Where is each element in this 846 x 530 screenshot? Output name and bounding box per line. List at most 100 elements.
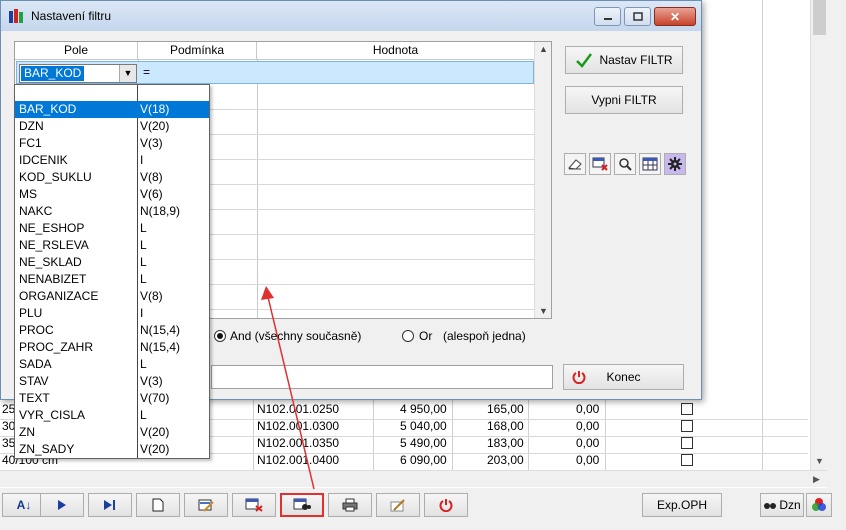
- minimize-button[interactable]: [594, 7, 621, 26]
- row-price2: 168,00: [487, 419, 524, 433]
- filter-row-selected[interactable]: BAR_KOD ▼ =: [16, 61, 534, 84]
- grid-delete-icon: [592, 157, 608, 171]
- maximize-button[interactable]: [624, 7, 651, 26]
- disable-filter-button[interactable]: Vypni FILTR: [565, 86, 683, 114]
- field-combobox-value: BAR_KOD: [21, 66, 85, 81]
- last-record-button[interactable]: [88, 493, 132, 517]
- radio-or-note: (alespoň jedna): [443, 329, 526, 343]
- last-icon: [104, 500, 115, 510]
- dropdown-item-name: SADA: [19, 357, 52, 371]
- dropdown-item[interactable]: DZN V(20): [15, 118, 209, 135]
- dropdown-item[interactable]: PLU I: [15, 305, 209, 322]
- scroll-down-icon[interactable]: ▼: [535, 306, 552, 316]
- table-horizontal-scrollbar[interactable]: ▶: [0, 470, 827, 487]
- dropdown-item[interactable]: MS V(6): [15, 186, 209, 203]
- row-checkbox[interactable]: [681, 420, 693, 432]
- close-dialog-button[interactable]: Konec: [563, 364, 684, 390]
- table-button[interactable]: [639, 153, 661, 175]
- dropdown-item[interactable]: NE_ESHOP L: [15, 220, 209, 237]
- scroll-down-icon[interactable]: ▼: [811, 453, 828, 470]
- filter-expression-input[interactable]: [211, 365, 553, 389]
- dropdown-item[interactable]: BAR_KOD V(18): [15, 101, 209, 118]
- set-filter-button[interactable]: Nastav FILTR: [565, 46, 683, 74]
- close-window-button[interactable]: ✕: [654, 7, 696, 26]
- dropdown-item-name: PROC: [19, 323, 54, 337]
- exit-button[interactable]: [424, 493, 468, 517]
- dropdown-item[interactable]: PROC_ZAHR N(15,4): [15, 339, 209, 356]
- dropdown-item[interactable]: STAV V(3): [15, 373, 209, 390]
- column-header-pole[interactable]: Pole: [15, 42, 138, 60]
- dropdown-item-type: V(18): [140, 102, 170, 116]
- new-document-button[interactable]: [136, 493, 180, 517]
- table-vertical-scrollbar[interactable]: ▼: [810, 0, 827, 470]
- dropdown-item[interactable]: NE_RSLEVA L: [15, 237, 209, 254]
- scroll-up-icon[interactable]: ▲: [535, 44, 552, 54]
- column-header-podminka[interactable]: Podmínka: [138, 42, 257, 60]
- dialog-title: Nastavení filtru: [31, 9, 112, 23]
- dropdown-item-name: NE_SKLAD: [19, 255, 82, 269]
- dropdown-item[interactable]: NE_SKLAD L: [15, 254, 209, 271]
- gear-icon: [668, 157, 682, 171]
- row-price2: 203,00: [487, 453, 524, 467]
- edit-button[interactable]: [184, 493, 228, 517]
- dzn-search-button[interactable]: Dzn: [760, 493, 804, 517]
- dropdown-item[interactable]: NENABIZET L: [15, 271, 209, 288]
- filter-button[interactable]: [280, 493, 324, 517]
- eraser-button[interactable]: [564, 153, 586, 175]
- document-icon: [152, 498, 164, 512]
- checkmark-icon: [576, 53, 593, 68]
- dropdown-item[interactable]: ZN_SADY V(20): [15, 441, 209, 458]
- delete-row-button[interactable]: [589, 153, 611, 175]
- dropdown-item-name: TEXT: [19, 391, 50, 405]
- radio-and-label[interactable]: And (všechny současně): [230, 329, 361, 343]
- row-checkbox[interactable]: [681, 437, 693, 449]
- field-combobox[interactable]: BAR_KOD ▼: [19, 64, 137, 83]
- export-oph-button[interactable]: Exp.OPH: [642, 493, 722, 517]
- dropdown-item[interactable]: PROC N(15,4): [15, 322, 209, 339]
- field-dropdown-list[interactable]: BAR_KOD V(18) DZN V(20) FC1 V(3) IDCENIK I KOD_S…: [14, 84, 210, 459]
- delete-filter-button[interactable]: [232, 493, 276, 517]
- dialog-titlebar[interactable]: Nastavení filtru ✕: [1, 1, 701, 31]
- color-button[interactable]: [806, 493, 832, 517]
- dropdown-item-name: MS: [19, 187, 37, 201]
- dropdown-item-name: STAV: [19, 374, 49, 388]
- row-price: 5 490,00: [400, 436, 447, 450]
- condition-value[interactable]: =: [143, 65, 150, 79]
- row-price: 4 950,00: [400, 402, 447, 416]
- scroll-thumb[interactable]: [813, 0, 826, 35]
- dropdown-item-name: VYR_CISLA: [19, 408, 86, 422]
- print-button[interactable]: [328, 493, 372, 517]
- tools-button[interactable]: [376, 493, 420, 517]
- row-checkbox[interactable]: [681, 403, 693, 415]
- column-header-hodnota[interactable]: Hodnota: [257, 42, 535, 60]
- row-checkbox[interactable]: [681, 454, 693, 466]
- dropdown-item[interactable]: ZN V(20): [15, 424, 209, 441]
- settings-button[interactable]: [664, 153, 686, 175]
- row-value: 0,00: [576, 453, 600, 467]
- chevron-down-icon[interactable]: ▼: [119, 65, 136, 82]
- next-record-button[interactable]: [40, 493, 84, 517]
- radio-and[interactable]: [214, 330, 226, 342]
- filter-search-icon: [293, 498, 311, 510]
- dropdown-item[interactable]: KOD_SUKLU V(8): [15, 169, 209, 186]
- row-code: N102.001.0350: [257, 436, 340, 450]
- dropdown-item[interactable]: FC1 V(3): [15, 135, 209, 152]
- disable-filter-label: Vypni FILTR: [591, 93, 657, 107]
- app-icon: [9, 9, 23, 23]
- radio-or-label[interactable]: Or: [419, 329, 432, 343]
- dropdown-item-name: ZN_SADY: [19, 442, 75, 456]
- scroll-right-icon[interactable]: ▶: [808, 471, 825, 488]
- dropdown-item[interactable]: VYR_CISLA L: [15, 407, 209, 424]
- edit-form-icon: [198, 499, 214, 512]
- dropdown-item[interactable]: IDCENIK I: [15, 152, 209, 169]
- radio-or[interactable]: [402, 330, 414, 342]
- dropdown-item[interactable]: ORGANIZACE V(8): [15, 288, 209, 305]
- dropdown-item-type: V(3): [140, 374, 163, 388]
- dropdown-item[interactable]: TEXT V(70): [15, 390, 209, 407]
- dropdown-item-type: V(6): [140, 187, 163, 201]
- minimize-icon: [603, 17, 612, 20]
- search-button[interactable]: [614, 153, 636, 175]
- grid-vertical-scrollbar[interactable]: ▲ ▼: [534, 42, 551, 318]
- dropdown-item[interactable]: SADA L: [15, 356, 209, 373]
- dropdown-item[interactable]: NAKC N(18,9): [15, 203, 209, 220]
